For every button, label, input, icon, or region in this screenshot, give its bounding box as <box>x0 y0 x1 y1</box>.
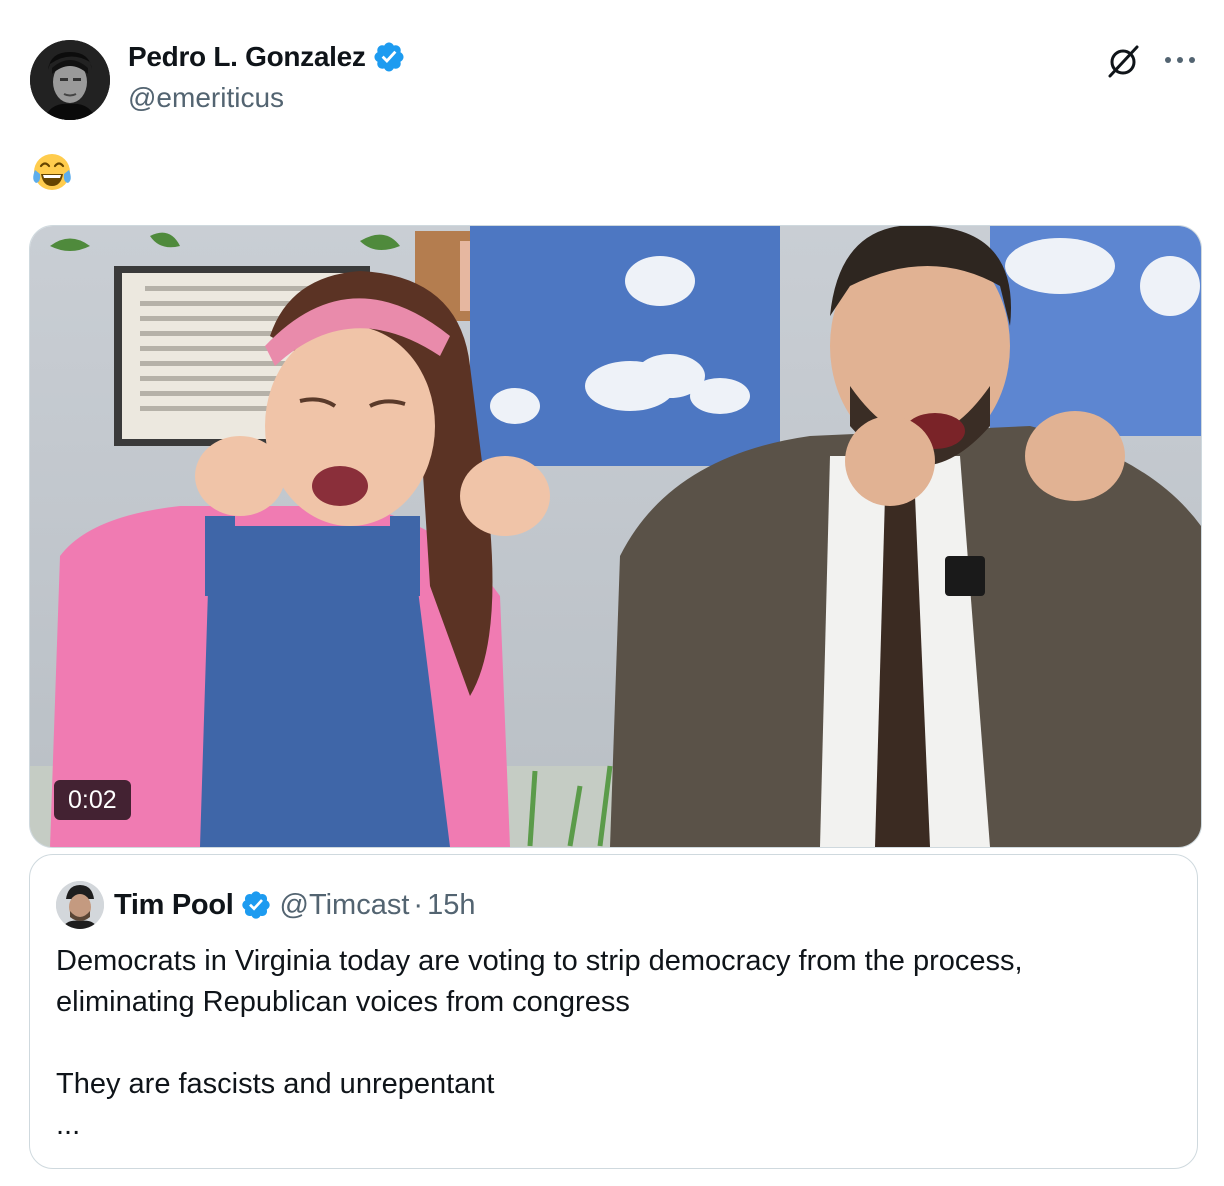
tears-of-joy-emoji <box>33 154 71 190</box>
grok-icon[interactable] <box>1104 42 1142 80</box>
quoted-text-line: They are fascists and unrepentant <box>56 1068 495 1100</box>
quoted-post-text: Democrats in Virginia today are voting t… <box>56 941 1176 1146</box>
quoted-text-line: eliminating Republican voices from congr… <box>56 986 630 1018</box>
author-handle[interactable]: @emeriticus <box>128 82 284 114</box>
video-player[interactable] <box>29 225 1202 848</box>
quoted-author-avatar[interactable] <box>56 881 104 929</box>
verified-badge-icon <box>241 891 270 919</box>
author-display-name[interactable]: Pedro L. Gonzalez <box>128 41 366 73</box>
author-name-row[interactable]: Pedro L. Gonzalez <box>128 40 406 74</box>
quoted-author-handle[interactable]: @Timcast <box>280 889 410 922</box>
quoted-text-ellipsis: ... <box>56 1109 81 1141</box>
quoted-text-line: Democrats in Virginia today are voting t… <box>56 945 1023 977</box>
author-avatar[interactable] <box>30 40 110 120</box>
meta-separator: · <box>413 888 424 921</box>
more-icon[interactable] <box>1160 48 1200 72</box>
quoted-author-name[interactable]: Tim Pool <box>114 889 234 922</box>
verified-badge-icon <box>374 42 404 72</box>
quoted-post[interactable]: Tim Pool @Timcast · 15h Democrats in Vir… <box>29 854 1198 1169</box>
video-duration-badge: 0:02 <box>54 780 131 820</box>
quoted-post-time[interactable]: 15h <box>427 889 475 922</box>
quoted-post-header: Tim Pool @Timcast · 15h <box>56 881 475 929</box>
video-frame <box>30 226 1201 847</box>
